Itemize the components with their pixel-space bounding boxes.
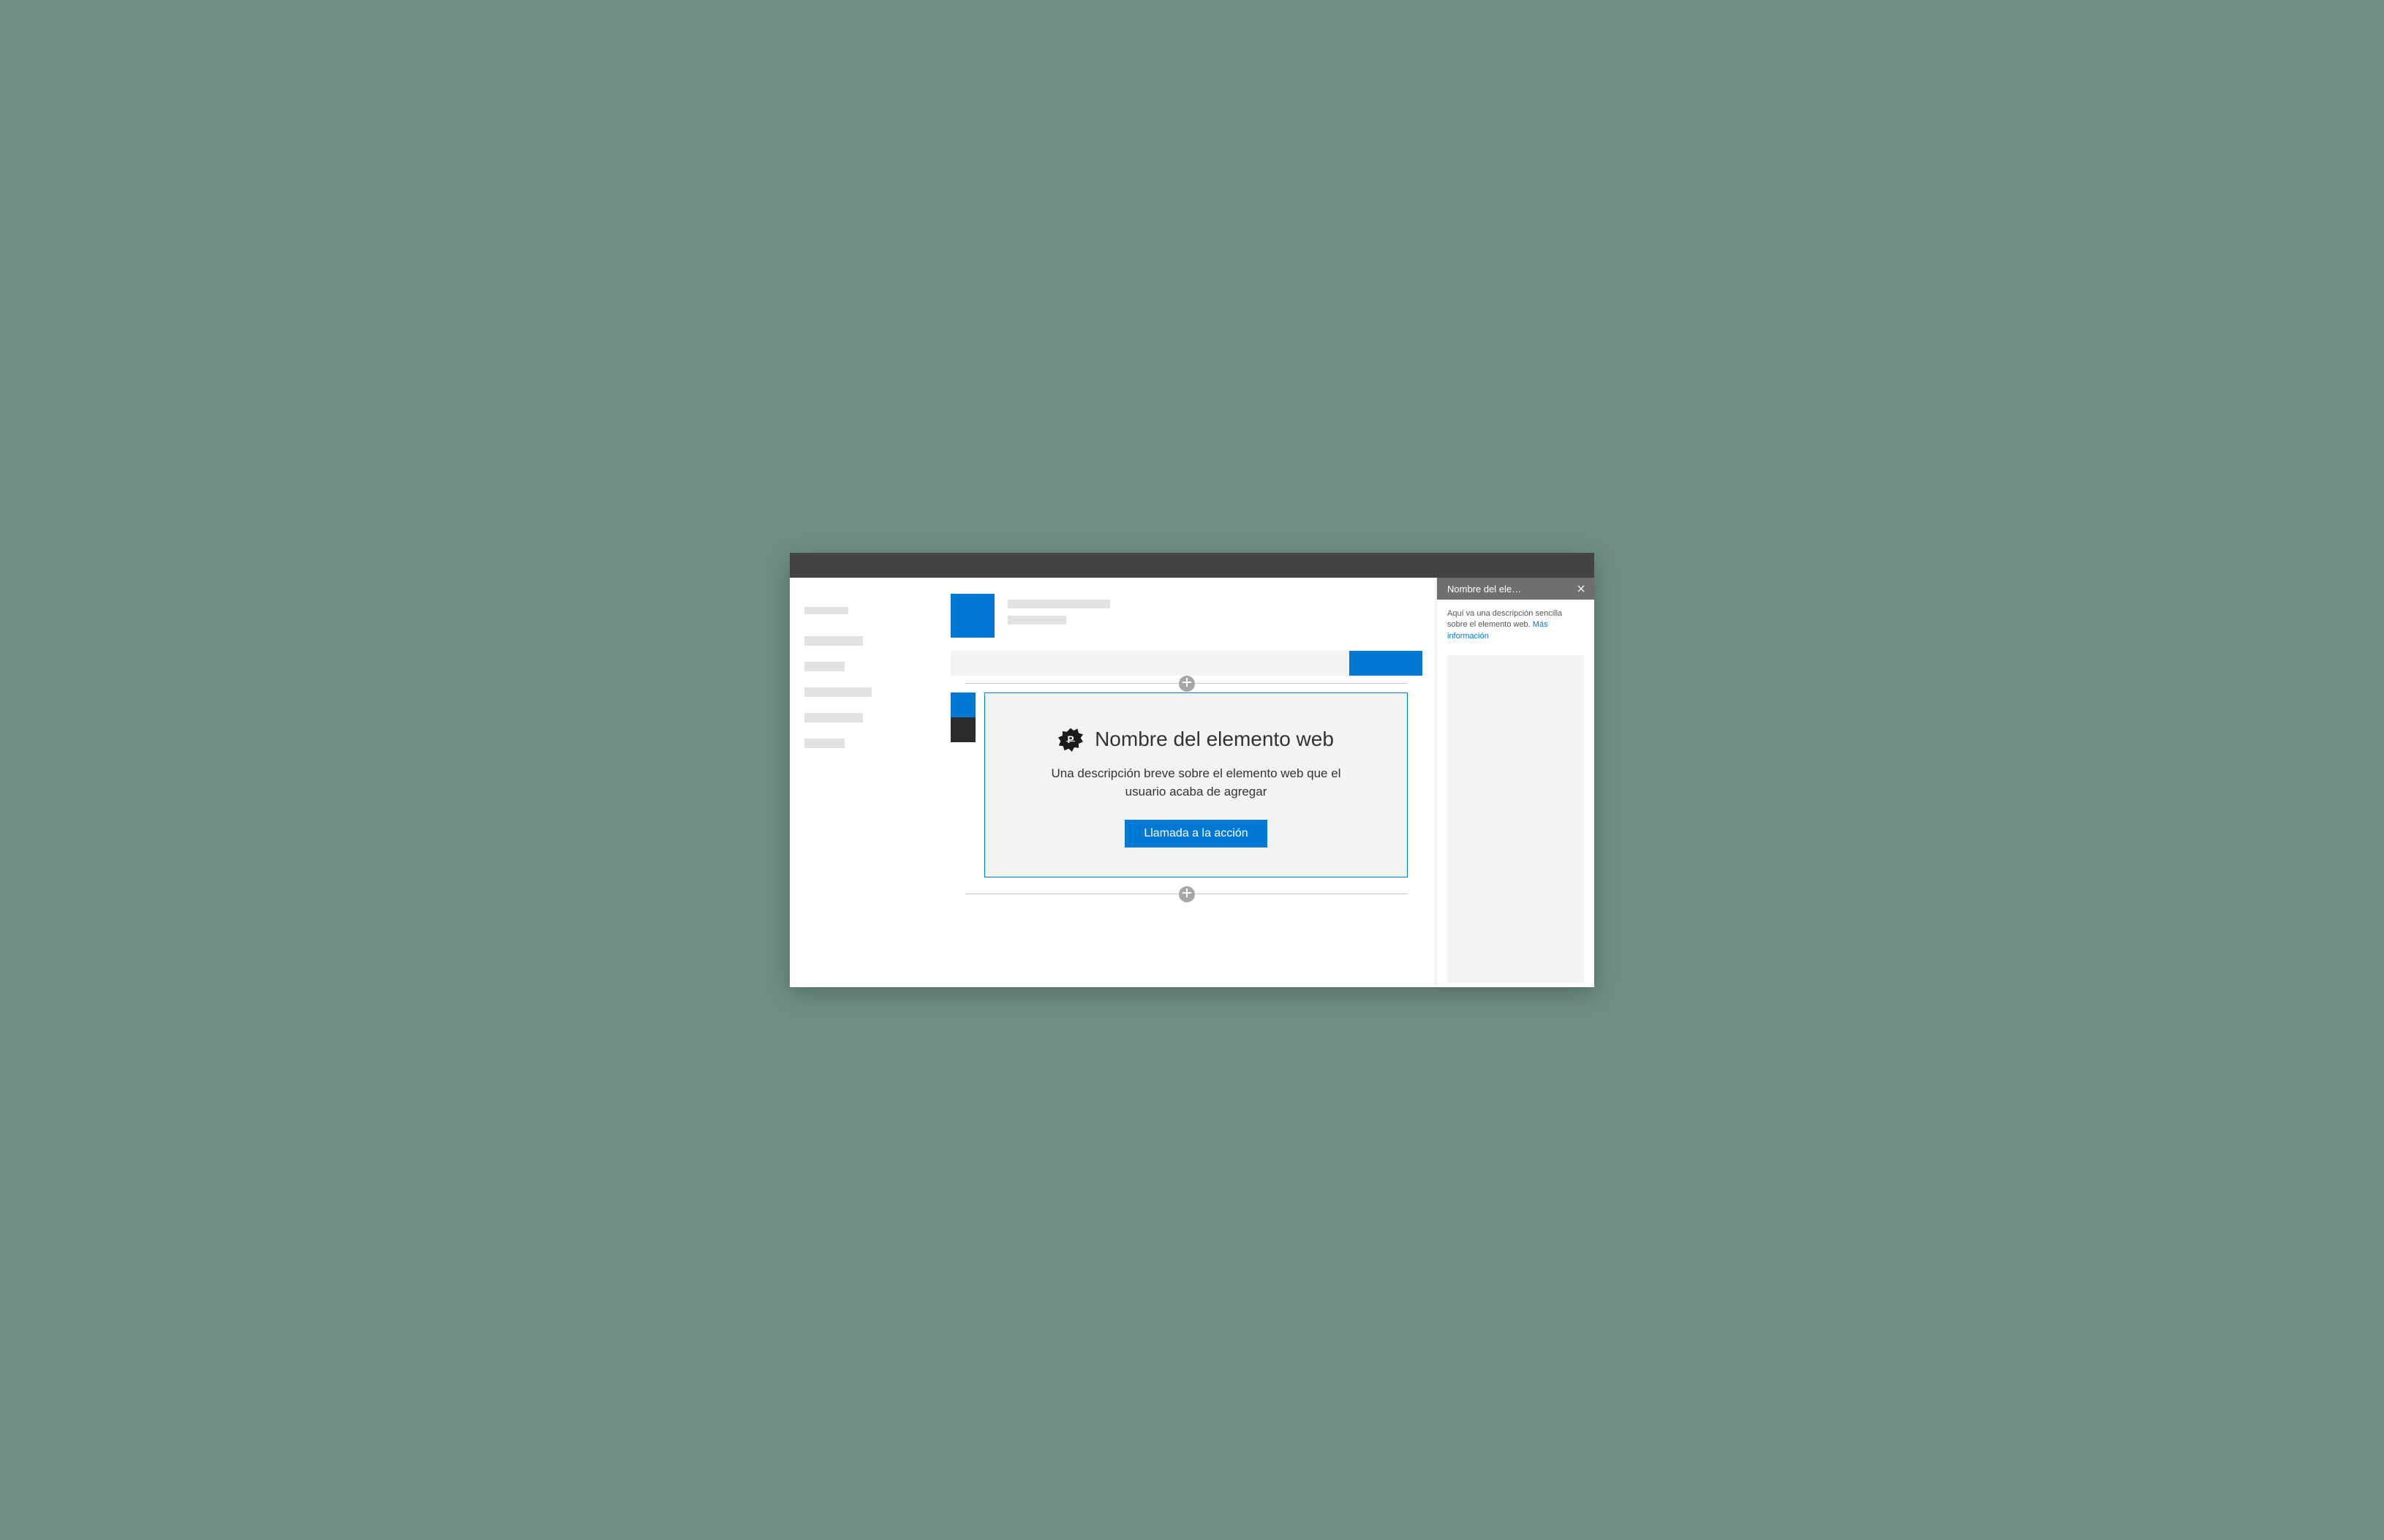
property-panel-description: Aquí va una descripción sencilla sobre e… [1437, 600, 1594, 651]
app-window: P Nombre del elemento web Una descripció… [790, 553, 1594, 987]
property-panel: Nombre del ele… Aquí va una descripción … [1437, 578, 1594, 987]
webpart-title-row: P Nombre del elemento web [1029, 727, 1363, 752]
add-webpart-button[interactable] [1179, 886, 1195, 902]
nav-item-placeholder [804, 636, 863, 646]
command-bar [951, 651, 1422, 676]
nav-item-placeholder [804, 662, 845, 671]
placeholder-line [1008, 616, 1066, 624]
webpart-title: Nombre del elemento web [1095, 728, 1334, 751]
plus-icon [1182, 888, 1191, 901]
property-panel-title: Nombre del ele… [1447, 584, 1574, 595]
placeholder-line [1008, 600, 1110, 608]
close-icon[interactable] [1574, 581, 1588, 596]
webpart-tool-rail [951, 692, 976, 742]
property-panel-header: Nombre del ele… [1437, 578, 1594, 600]
webpart-cta-button[interactable]: Llamada a la acción [1125, 820, 1267, 848]
add-webpart-button[interactable] [1179, 676, 1195, 692]
window-titlebar [790, 553, 1594, 578]
page-header [936, 594, 1437, 651]
page-canvas: P Nombre del elemento web Una descripció… [936, 578, 1437, 987]
webpart-badge-icon: P [1058, 727, 1083, 752]
svg-text:P: P [1068, 734, 1074, 745]
site-title-placeholder [1008, 600, 1110, 632]
left-nav [790, 578, 936, 987]
plus-icon [1182, 677, 1191, 690]
command-bar-spacer [951, 651, 1349, 676]
webpart-description: Una descripción breve sobre el elemento … [1036, 765, 1357, 801]
edit-webpart-button[interactable] [951, 692, 976, 717]
nav-item-placeholder [804, 713, 863, 722]
nav-item-placeholder [804, 739, 845, 748]
command-bar-primary-button[interactable] [1349, 651, 1422, 676]
property-panel-content-placeholder [1447, 655, 1584, 983]
move-webpart-button[interactable] [951, 717, 976, 742]
webpart-placeholder-card[interactable]: P Nombre del elemento web Una descripció… [984, 692, 1408, 877]
nav-item-placeholder [804, 687, 872, 697]
nav-item-placeholder [804, 607, 848, 614]
add-section-top [965, 683, 1408, 684]
webpart-row: P Nombre del elemento web Una descripció… [951, 692, 1408, 877]
site-logo-placeholder [951, 594, 995, 638]
workspace: P Nombre del elemento web Una descripció… [790, 578, 1594, 987]
